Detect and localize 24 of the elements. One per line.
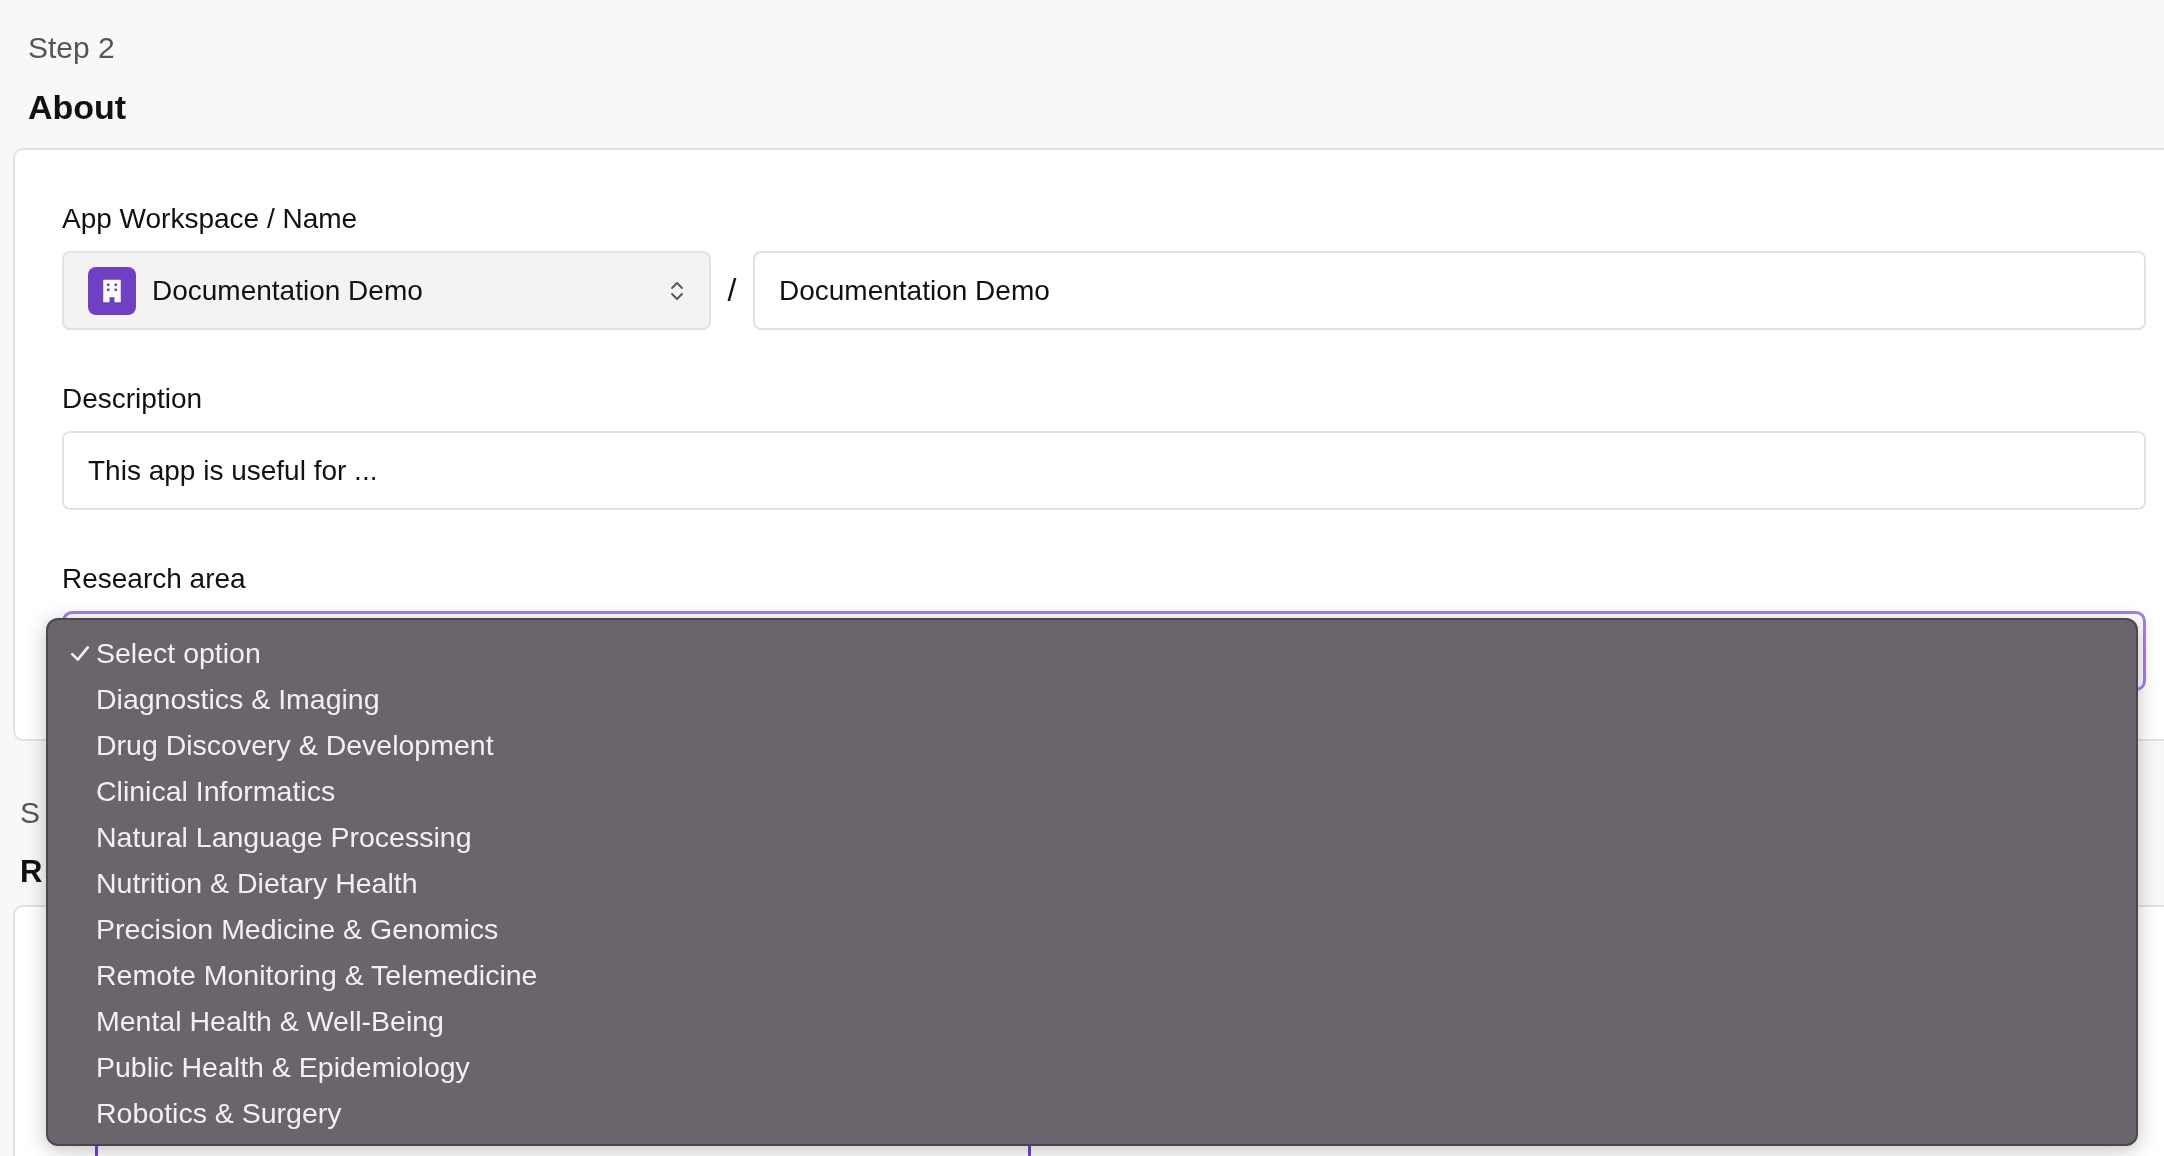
dropdown-option[interactable]: Mental Health & Well-Being <box>96 1004 444 1038</box>
workspace-name: Documentation Demo <box>152 274 424 307</box>
field-label: Research area <box>62 562 247 596</box>
separator-slash: / <box>726 272 738 309</box>
step-label: Step 2 <box>28 30 115 66</box>
section-title: About <box>28 87 127 128</box>
field-label: App Workspace / Name <box>62 202 359 236</box>
name-input-field[interactable]: Documentation Demo <box>753 251 2146 330</box>
dropdown-option[interactable]: Nutrition & Dietary Health <box>96 866 418 900</box>
dropdown-option[interactable]: Robotics & Surgery <box>96 1096 342 1130</box>
dropdown-option[interactable]: Remote Monitoring & Telemedicine <box>96 958 538 992</box>
step-label: S <box>20 795 40 831</box>
dropdown-option[interactable]: Select option <box>96 636 261 670</box>
dropdown-option[interactable]: Public Health & Epidemiology <box>96 1050 470 1084</box>
dropdown-option[interactable]: Diagnostics & Imaging <box>96 682 380 716</box>
section-title: R <box>20 853 43 891</box>
dropdown-option[interactable]: Precision Medicine & Genomics <box>96 912 499 946</box>
field-label: Description <box>62 382 204 416</box>
description-input-field[interactable]: This app is useful for ... <box>62 431 2146 510</box>
dropdown-option[interactable]: Natural Language Processing <box>96 820 472 854</box>
workspace-select[interactable]: Documentation Demo <box>62 251 711 330</box>
dropdown-option[interactable]: Drug Discovery & Development <box>96 728 494 762</box>
dropdown-option[interactable]: Clinical Informatics <box>96 774 336 808</box>
building-icon <box>88 266 136 315</box>
